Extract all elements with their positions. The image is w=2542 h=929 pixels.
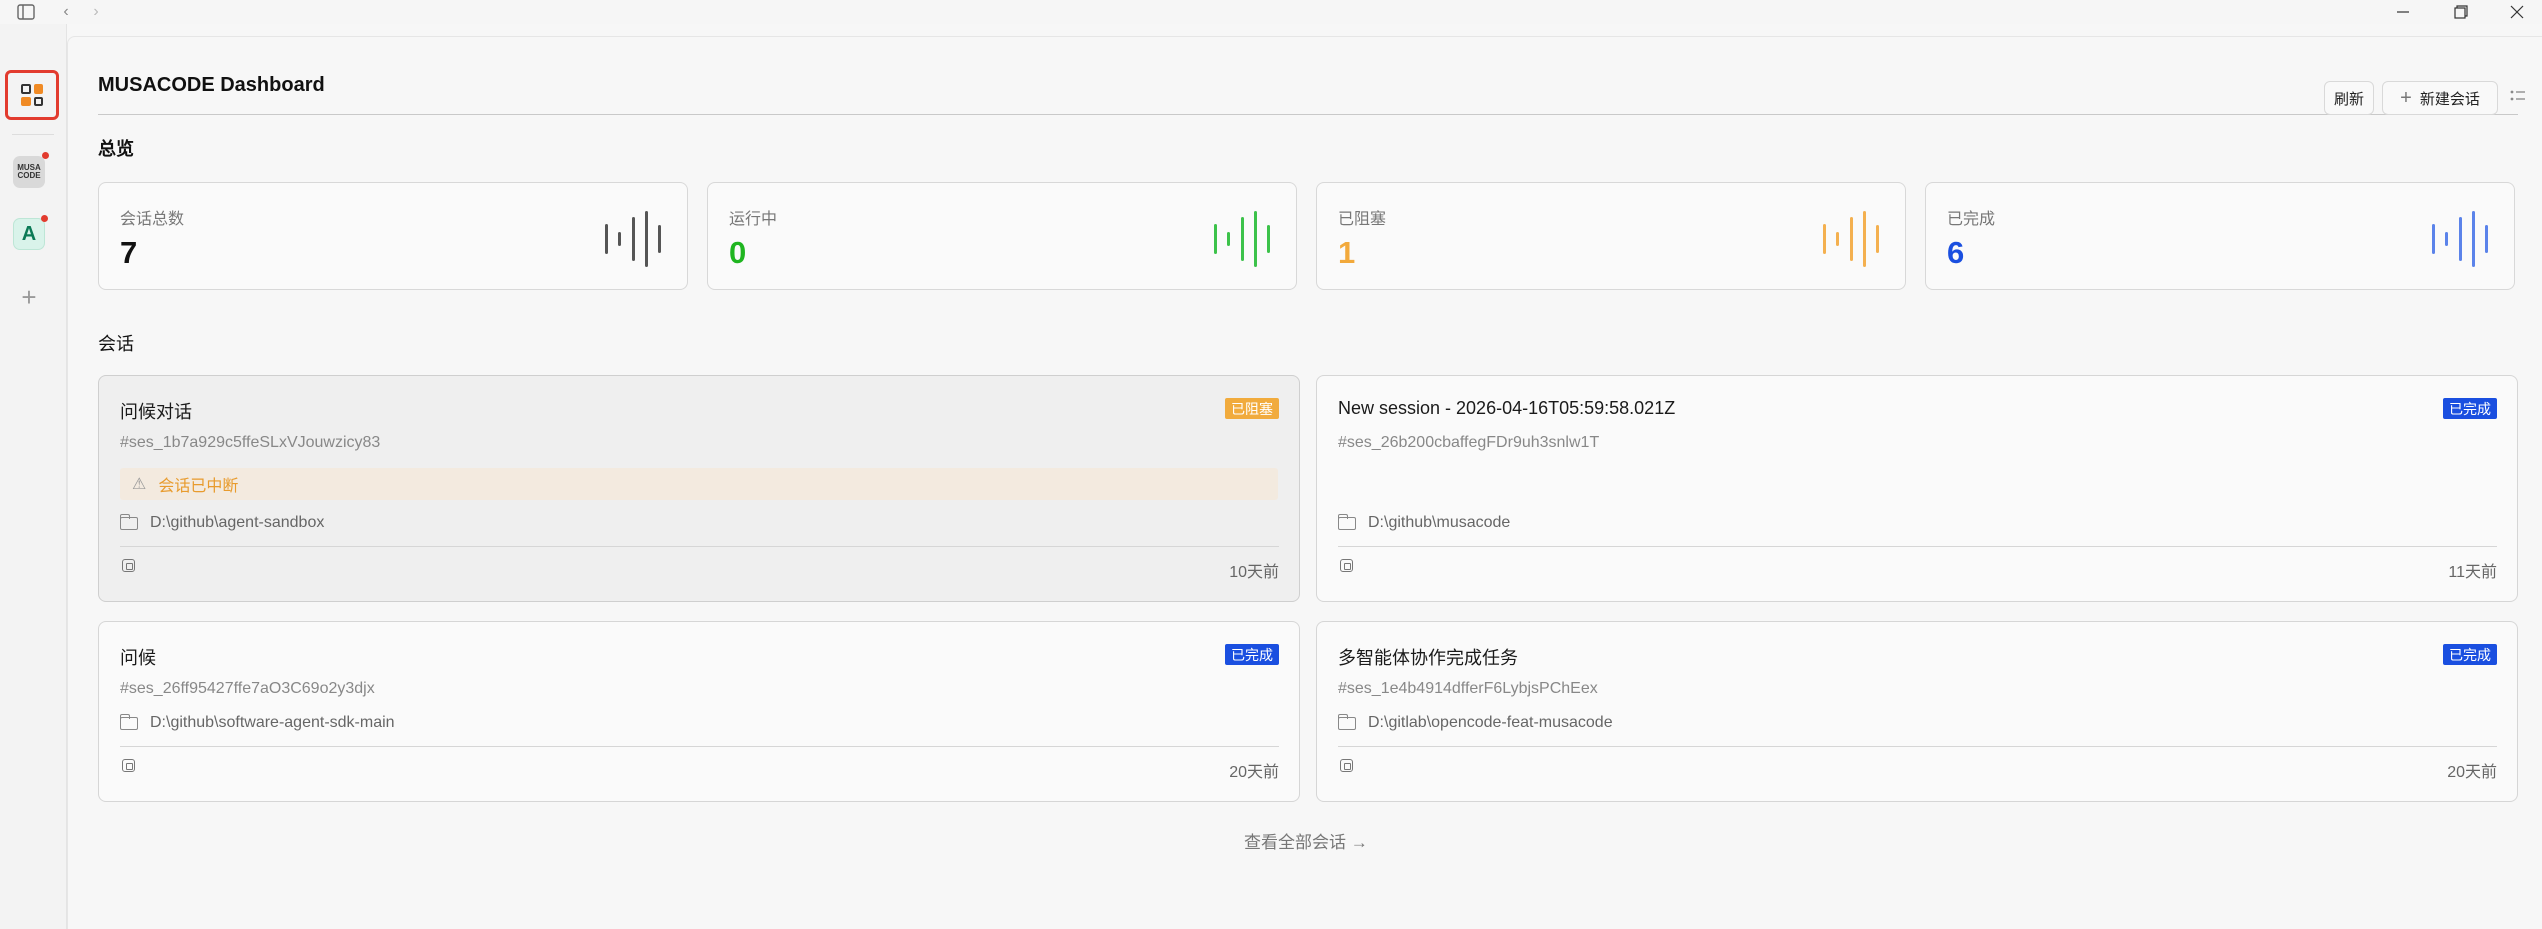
session-card[interactable]: 问候 已完成 #ses_26ff95427ffe7aO3C69o2y3djx D… — [98, 621, 1300, 802]
dashboard-icon — [21, 84, 43, 106]
notification-dot — [41, 215, 48, 222]
view-all-sessions-link[interactable]: 查看全部会话 → — [1244, 828, 1368, 853]
interrupted-warning: ⚠ 会话已中断 — [120, 468, 1278, 500]
status-badge: 已完成 — [2443, 644, 2497, 665]
session-time: 20天前 — [2447, 764, 2497, 781]
dashboard-main: MUSACODE Dashboard 刷新 + 新建会话 总览 会话总数 7 运… — [67, 36, 2542, 929]
stat-value: 7 — [120, 235, 138, 270]
session-path: D:\github\musacode — [1337, 513, 1511, 532]
plus-icon: + — [2400, 86, 2412, 109]
folder-icon — [1337, 713, 1356, 730]
session-id: #ses_26ff95427ffe7aO3C69o2y3djx — [120, 680, 375, 697]
stat-label: 已完成 — [1947, 211, 1996, 228]
stat-value: 0 — [729, 235, 747, 270]
dashboard-rail-button[interactable] — [5, 70, 59, 120]
session-path: D:\gitlab\opencode-feat-musacode — [1337, 713, 1613, 732]
status-badge: 已完成 — [1225, 644, 1279, 665]
minimize-icon[interactable] — [2388, 0, 2418, 24]
stat-card-completed: 已完成 6 — [1925, 182, 2515, 290]
session-footer: 20天前 — [1338, 746, 2497, 782]
chip-icon — [122, 559, 135, 572]
stat-label: 已阻塞 — [1338, 211, 1387, 228]
stat-value: 1 — [1338, 235, 1356, 270]
folder-icon — [1337, 513, 1356, 530]
musacode-logo-line-2: CODE — [17, 171, 41, 180]
chip-icon — [1340, 759, 1353, 772]
rail-app-a[interactable]: A — [13, 215, 48, 250]
session-title: 多智能体协作完成任务 — [1338, 648, 1518, 668]
chevron-left-icon[interactable]: ‹ — [56, 0, 76, 24]
session-card[interactable]: 问候对话 已阻塞 #ses_1b7a929c5ffeSLxVJouwzicy83… — [98, 375, 1300, 602]
stat-card-running: 运行中 0 — [707, 182, 1297, 290]
close-icon[interactable] — [2502, 0, 2532, 24]
sidebar-icon[interactable] — [14, 0, 38, 24]
warning-icon: ⚠ — [132, 476, 147, 493]
app-rail: MUSA CODE A + — [0, 24, 67, 929]
stat-value: 6 — [1947, 235, 1965, 270]
notification-dot — [42, 152, 49, 159]
folder-icon — [119, 513, 138, 530]
session-title: 问候 — [120, 648, 156, 668]
sessions-title: 会话 — [98, 334, 134, 354]
path-text: D:\github\software-agent-sdk-main — [150, 714, 395, 731]
session-time: 20天前 — [1229, 764, 1279, 781]
chip-icon — [1340, 559, 1353, 572]
session-footer: 10天前 — [120, 546, 1279, 582]
rail-divider — [12, 134, 54, 135]
path-text: D:\github\musacode — [1368, 514, 1511, 531]
session-time: 11天前 — [2448, 564, 2497, 581]
session-path: D:\github\agent-sandbox — [119, 513, 325, 532]
status-badge: 已完成 — [2443, 398, 2497, 419]
session-footer: 20天前 — [120, 746, 1279, 782]
session-title: New session - 2026-04-16T05:59:58.021Z — [1338, 398, 1676, 418]
title-bar: ‹ › — [0, 0, 2542, 24]
session-footer: 11天前 — [1338, 546, 2497, 582]
rail-app-a-label: A — [21, 222, 37, 245]
stat-card-blocked: 已阻塞 1 — [1316, 182, 1906, 290]
waveform-icon — [605, 211, 661, 267]
chevron-right-icon[interactable]: › — [86, 0, 106, 24]
path-text: D:\gitlab\opencode-feat-musacode — [1368, 714, 1613, 731]
warning-text: 会话已中断 — [158, 478, 239, 495]
session-title: 问候对话 — [120, 402, 192, 422]
session-id: #ses_1b7a929c5ffeSLxVJouwzicy83 — [120, 434, 381, 451]
overview-title: 总览 — [98, 139, 134, 159]
waveform-icon — [1214, 211, 1270, 267]
session-path: D:\github\software-agent-sdk-main — [119, 713, 395, 732]
new-session-label: 新建会话 — [2419, 90, 2480, 108]
page-title: MUSACODE Dashboard — [98, 74, 325, 96]
session-time: 10天前 — [1229, 564, 1279, 581]
new-session-button[interactable]: + 新建会话 — [2382, 81, 2498, 115]
rail-app-musacode[interactable]: MUSA CODE — [13, 152, 49, 188]
list-view-icon[interactable] — [2510, 89, 2528, 107]
stat-card-total: 会话总数 7 — [98, 182, 688, 290]
folder-icon — [119, 713, 138, 730]
session-card[interactable]: New session - 2026-04-16T05:59:58.021Z 已… — [1316, 375, 2518, 602]
stat-label: 会话总数 — [120, 211, 185, 228]
status-badge: 已阻塞 — [1225, 398, 1279, 419]
chip-icon — [122, 759, 135, 772]
session-card[interactable]: 多智能体协作完成任务 已完成 #ses_1e4b4914dfferF6Lybjs… — [1316, 621, 2518, 802]
restore-icon[interactable] — [2446, 0, 2476, 24]
path-text: D:\github\agent-sandbox — [150, 514, 325, 531]
waveform-icon — [1823, 211, 1879, 267]
waveform-icon — [2432, 211, 2488, 267]
dashboard-header: MUSACODE Dashboard 刷新 + 新建会话 — [98, 59, 2525, 115]
session-id: #ses_1e4b4914dfferF6LybjsPChEex — [1338, 680, 1598, 697]
stat-label: 运行中 — [729, 211, 778, 228]
refresh-button[interactable]: 刷新 — [2324, 81, 2374, 115]
add-app-icon[interactable]: + — [14, 282, 44, 312]
session-id: #ses_26b200cbaffegFDr9uh3snlw1T — [1338, 434, 1600, 451]
